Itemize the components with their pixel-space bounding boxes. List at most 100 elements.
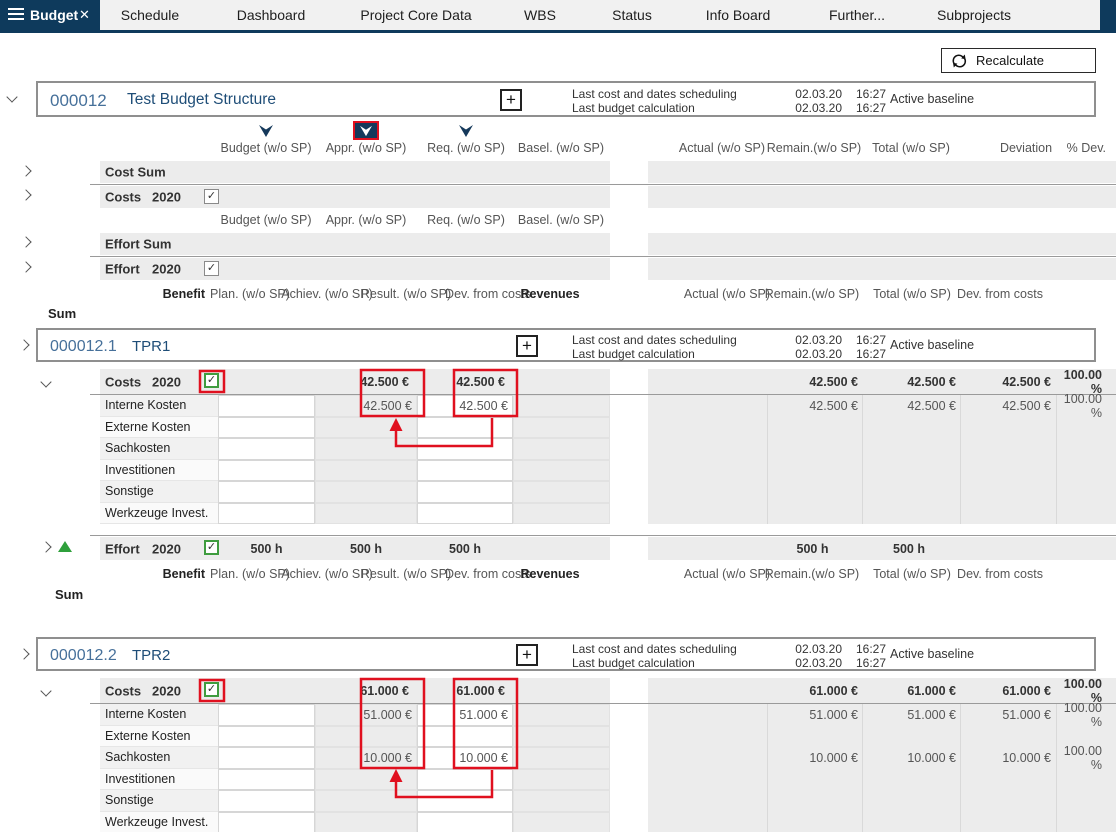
tab-project-core-data[interactable]: Project Core Data <box>360 7 471 23</box>
tpr1-effort-req: 500 h <box>417 542 513 556</box>
add-button[interactable]: + <box>500 89 522 111</box>
spread-req-icon[interactable] <box>458 124 474 138</box>
tpr1-costs-checkbox[interactable]: ✓ <box>204 373 219 388</box>
tpr1-costs-row-values: 42.500 € 42.500 € 42.500 € 100.00 % <box>648 369 1116 394</box>
req-cell[interactable] <box>417 769 513 791</box>
budget-cell[interactable] <box>218 726 315 748</box>
calculation-date: 02.03.20 <box>790 656 842 670</box>
active-baseline-label: Active baseline <box>890 92 974 106</box>
basel-cell <box>513 790 610 812</box>
budget-cell[interactable] <box>218 812 315 832</box>
tpr1-effort-appr: 500 h <box>315 542 417 556</box>
right-values <box>648 438 1116 460</box>
req-cell[interactable] <box>417 726 513 748</box>
req-cell[interactable]: 51.000 € <box>417 704 513 726</box>
cost-detail-row: Sonstige <box>0 481 1116 503</box>
budget-cell[interactable] <box>218 395 315 417</box>
expand-costs-chevron-icon[interactable] <box>20 189 31 200</box>
budget-cell[interactable] <box>218 747 315 769</box>
effort-checkbox[interactable]: ✓ <box>204 261 219 276</box>
req-cell[interactable] <box>417 438 513 460</box>
effort-label: Effort <box>105 541 140 556</box>
recalculate-button[interactable]: Recalculate <box>941 48 1096 73</box>
effort-2020-row: Effort 2020 ✓ <box>100 258 610 280</box>
calculation-time: 16:27 <box>856 656 886 670</box>
close-tab-icon[interactable]: ✕ <box>79 7 90 23</box>
expand-effort-chevron-icon[interactable] <box>20 261 31 272</box>
tpr1-effort-checkbox[interactable]: ✓ <box>204 540 219 555</box>
calculation-time: 16:27 <box>856 101 886 115</box>
col-header-basel: Basel. (w/o SP) <box>511 141 611 155</box>
tab-info-board[interactable]: Info Board <box>706 7 771 23</box>
expand-effort-sum-chevron-icon[interactable] <box>20 236 31 247</box>
tpr1-costs-appr: 42.500 € <box>315 375 409 389</box>
tpr2-costs-row-values: 61.000 € 61.000 € 61.000 € 100.00 % <box>648 678 1116 703</box>
expand-tpr1-chevron-icon[interactable] <box>18 339 29 350</box>
appr-cell: 51.000 € <box>315 704 417 726</box>
tab-status[interactable]: Status <box>612 7 652 23</box>
expand-tpr2-chevron-icon[interactable] <box>18 648 29 659</box>
req-cell[interactable] <box>417 417 513 439</box>
tab-budget-active[interactable]: Budget ✕ <box>0 0 100 30</box>
cost-detail-row: Sachkosten 10.000 € 10.000 € 10.000 €10.… <box>0 747 1116 769</box>
revenues-total-header: Total (w/o SP) <box>862 287 962 301</box>
appr-cell <box>315 790 417 812</box>
req-cell[interactable] <box>417 460 513 482</box>
tpr2-id: 000012.2 <box>50 647 117 665</box>
req-cell[interactable]: 10.000 € <box>417 747 513 769</box>
collapse-root-chevron-icon[interactable] <box>6 91 17 102</box>
req-cell[interactable] <box>417 481 513 503</box>
costs-checkbox[interactable]: ✓ <box>204 189 219 204</box>
hamburger-menu-icon[interactable] <box>8 8 24 22</box>
budget-cell[interactable] <box>218 704 315 726</box>
budget-cell[interactable] <box>218 438 315 460</box>
budget-cell[interactable] <box>218 481 315 503</box>
req-cell[interactable] <box>417 503 513 525</box>
req-cell[interactable] <box>417 790 513 812</box>
cost-type-label: Interne Kosten <box>100 704 218 726</box>
appr-cell: 10.000 € <box>315 747 417 769</box>
info-label-scheduling: Last cost and dates scheduling <box>572 642 737 656</box>
tab-dashboard[interactable]: Dashboard <box>237 7 306 23</box>
add-button[interactable]: + <box>516 335 538 357</box>
appr-cell <box>315 417 417 439</box>
expand-cost-sum-chevron-icon[interactable] <box>20 165 31 176</box>
cost-detail-row: Werkzeuge Invest. <box>0 812 1116 832</box>
cost-detail-row: Investitionen <box>0 769 1116 791</box>
tab-further[interactable]: Further... <box>829 7 885 23</box>
collapse-tpr2-costs-chevron-icon[interactable] <box>40 685 51 696</box>
cost-type-label: Investitionen <box>100 769 218 791</box>
tab-subprojects[interactable]: Subprojects <box>937 7 1011 23</box>
budget-cell[interactable] <box>218 769 315 791</box>
budget-cell[interactable] <box>218 460 315 482</box>
spread-appr-icon-highlighted[interactable] <box>353 121 379 140</box>
collapse-tpr1-costs-chevron-icon[interactable] <box>40 376 51 387</box>
tpr2-costs-deviation: 61.000 € <box>960 684 1051 698</box>
sum-label: Sum <box>55 587 83 602</box>
row-separator <box>90 256 1116 257</box>
scheduling-time: 16:27 <box>856 87 886 101</box>
tpr2-costs-checkbox[interactable]: ✓ <box>204 682 219 697</box>
cost-type-label: Externe Kosten <box>100 417 218 439</box>
expand-tpr1-effort-chevron-icon[interactable] <box>40 541 51 552</box>
trend-up-triangle-icon <box>58 541 72 552</box>
cost-type-label: Investitionen <box>100 460 218 482</box>
spread-budget-icon[interactable] <box>258 124 274 138</box>
add-button[interactable]: + <box>516 644 538 666</box>
right-values: 10.000 €10.000 € 10.000 €100.00 % <box>648 747 1116 769</box>
costs-2020-row-values <box>648 186 1116 208</box>
costs-year: 2020 <box>152 683 181 698</box>
basel-cell <box>513 704 610 726</box>
cost-detail-row: Werkzeuge Invest. <box>0 503 1116 525</box>
benefit-header: Benefit <box>100 287 205 301</box>
tpr2-costs-req: 61.000 € <box>417 684 505 698</box>
tpr1-effort-remain: 500 h <box>767 542 858 556</box>
cost-sum-row: Cost Sum <box>100 161 610 183</box>
tab-wbs[interactable]: WBS <box>524 7 556 23</box>
req-cell[interactable]: 42.500 € <box>417 395 513 417</box>
budget-cell[interactable] <box>218 503 315 525</box>
req-cell[interactable] <box>417 812 513 832</box>
budget-cell[interactable] <box>218 417 315 439</box>
budget-cell[interactable] <box>218 790 315 812</box>
tab-schedule[interactable]: Schedule <box>121 7 179 23</box>
